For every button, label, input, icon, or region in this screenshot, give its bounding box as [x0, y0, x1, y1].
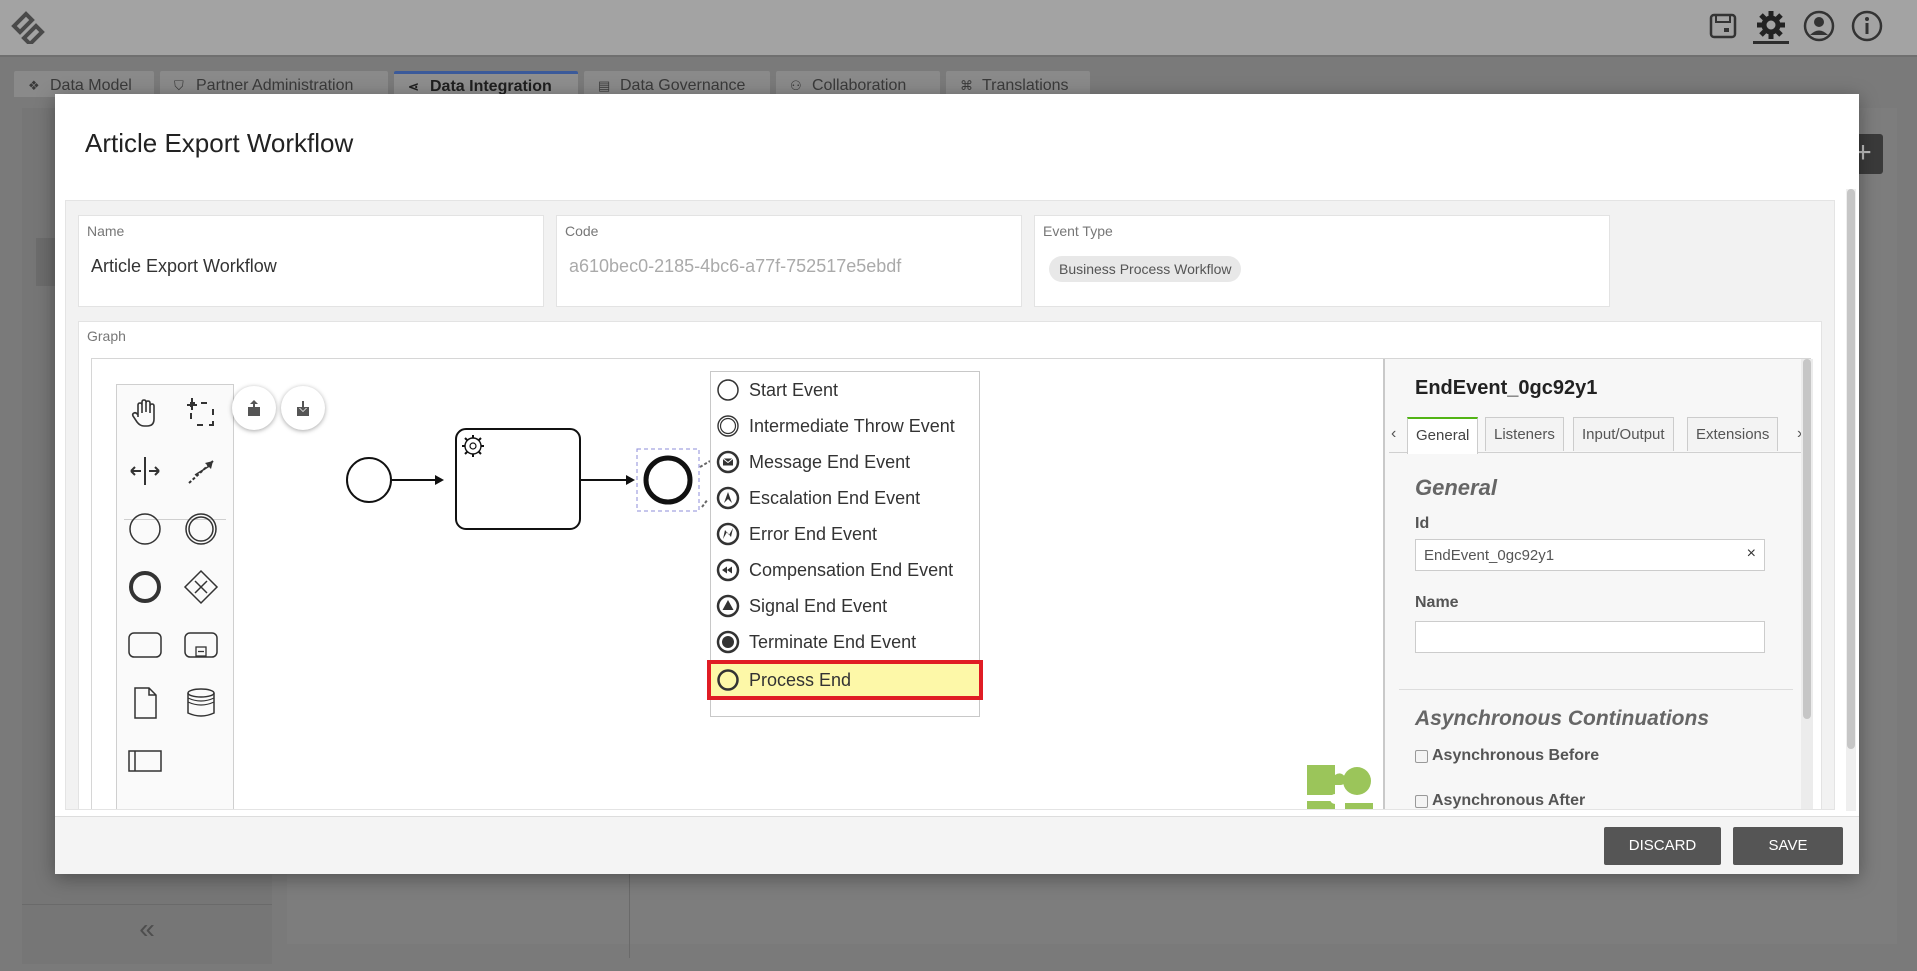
modal-title: Article Export Workflow	[85, 128, 354, 158]
collapse-sidebar-button[interactable]: «	[22, 904, 272, 954]
discard-button[interactable]: DISCARD	[1604, 827, 1721, 865]
bpmn-canvas[interactable]: Start Event Intermediate Throw Event Mes…	[91, 358, 1813, 810]
replace-menu-item[interactable]: Terminate End Event	[711, 624, 981, 660]
id-input[interactable]: EndEvent_0gc92y1 ×	[1415, 539, 1765, 571]
checkbox[interactable]	[1415, 749, 1428, 763]
name-label: Name	[87, 223, 125, 239]
escalation-end-event-icon	[716, 486, 740, 510]
error-end-event-icon	[716, 522, 740, 546]
properties-panel: EndEvent_0gc92y1 ‹ General Listeners Inp…	[1383, 359, 1813, 809]
cubes-icon: ❖	[28, 78, 40, 93]
shield-icon: ⛉	[174, 78, 184, 93]
end-event-shape[interactable]	[643, 455, 693, 505]
sequence-flow-arrow	[435, 475, 444, 485]
replace-menu: Start Event Intermediate Throw Event Mes…	[707, 371, 983, 717]
name-textarea[interactable]	[1415, 621, 1765, 653]
replace-menu-item[interactable]: Message End Event	[711, 444, 981, 480]
bpmn-io-logo-icon[interactable]	[1305, 763, 1375, 810]
properties-title: EndEvent_0gc92y1	[1415, 377, 1598, 399]
share-icon: ⋖	[408, 79, 419, 94]
name-field[interactable]: Name Article Export Workflow	[78, 215, 544, 307]
message-end-event-icon	[716, 450, 740, 474]
replace-menu-item[interactable]: Compensation End Event	[711, 552, 981, 588]
app-logo-icon[interactable]	[6, 8, 50, 44]
section-divider	[1399, 689, 1793, 690]
tab-extensions[interactable]: Extensions	[1687, 417, 1779, 451]
code-label: Code	[565, 223, 599, 239]
code-value: a610bec0-2185-4bc6-a77f-752517e5ebdf	[569, 256, 902, 276]
workflow-modal: Article Export Workflow Name Article Exp…	[55, 94, 1859, 874]
name-label: Name	[1415, 594, 1459, 611]
graph-card: Graph Start Event Intermediate Throw Eve…	[78, 321, 1822, 810]
sequence-flow-arrow	[626, 475, 635, 485]
app-top-bar	[0, 0, 1917, 57]
section-general: General	[1415, 475, 1497, 500]
translate-icon: ⌘	[960, 78, 973, 93]
terminate-end-event-icon	[716, 630, 740, 654]
properties-tabs: ‹ General Listeners Input/Output Extensi…	[1389, 415, 1809, 454]
tabs-scroll-left-icon[interactable]: ‹	[1391, 425, 1396, 443]
event-type-chip[interactable]: Business Process Workflow	[1049, 256, 1242, 282]
replace-menu-item[interactable]: Intermediate Throw Event	[711, 408, 981, 444]
signal-end-event-icon	[716, 594, 740, 618]
gear-icon[interactable]	[1753, 8, 1789, 44]
tab-input-output[interactable]: Input/Output	[1573, 417, 1674, 451]
process-end-icon	[717, 669, 739, 691]
name-value[interactable]: Article Export Workflow	[91, 256, 277, 277]
event-type-field[interactable]: Event Type Business Process Workflow	[1034, 215, 1610, 307]
replace-menu-item[interactable]: Signal End Event	[711, 588, 981, 624]
async-after-checkbox[interactable]: Asynchronous After	[1415, 792, 1585, 809]
intermediate-throw-event-icon	[717, 415, 739, 437]
service-task-gear-icon	[462, 435, 484, 457]
replace-menu-item[interactable]: Escalation End Event	[711, 480, 981, 516]
code-field: Code a610bec0-2185-4bc6-a77f-752517e5ebd…	[556, 215, 1022, 307]
document-icon: ▤	[598, 78, 611, 93]
modal-scrollbar[interactable]	[1846, 189, 1856, 811]
start-event-icon	[717, 379, 739, 401]
clear-icon[interactable]: ×	[1747, 545, 1756, 563]
start-event-shape[interactable]	[346, 457, 392, 503]
checkbox[interactable]	[1415, 794, 1428, 808]
save-box-icon[interactable]	[1705, 8, 1741, 44]
section-async: Asynchronous Continuations	[1415, 707, 1709, 730]
properties-scrollbar[interactable]	[1801, 359, 1813, 809]
replace-menu-item-highlighted[interactable]: Process End	[707, 660, 983, 700]
modal-footer: DISCARD SAVE	[55, 816, 1859, 874]
compensation-end-event-icon	[716, 558, 740, 582]
tab-listeners[interactable]: Listeners	[1485, 417, 1564, 451]
user-profile-icon[interactable]	[1801, 8, 1837, 44]
info-icon[interactable]	[1849, 8, 1885, 44]
async-before-checkbox[interactable]: Asynchronous Before	[1415, 747, 1599, 765]
id-label: Id	[1415, 515, 1430, 532]
divider	[629, 868, 630, 958]
event-type-label: Event Type	[1043, 223, 1113, 239]
replace-menu-item[interactable]: Start Event	[711, 372, 981, 408]
app-tab-bar: ❖ Data Model ⛉ Partner Administration ⋖ Dat…	[0, 59, 1917, 97]
save-button[interactable]: SAVE	[1733, 827, 1843, 865]
context-pad-hint	[699, 460, 711, 508]
modal-body: Name Article Export Workflow Code a610be…	[65, 200, 1835, 810]
tab-general[interactable]: General	[1407, 417, 1479, 454]
replace-menu-item[interactable]: Error End Event	[711, 516, 981, 552]
people-icon: ⚇	[790, 78, 802, 93]
graph-label: Graph	[87, 328, 126, 344]
